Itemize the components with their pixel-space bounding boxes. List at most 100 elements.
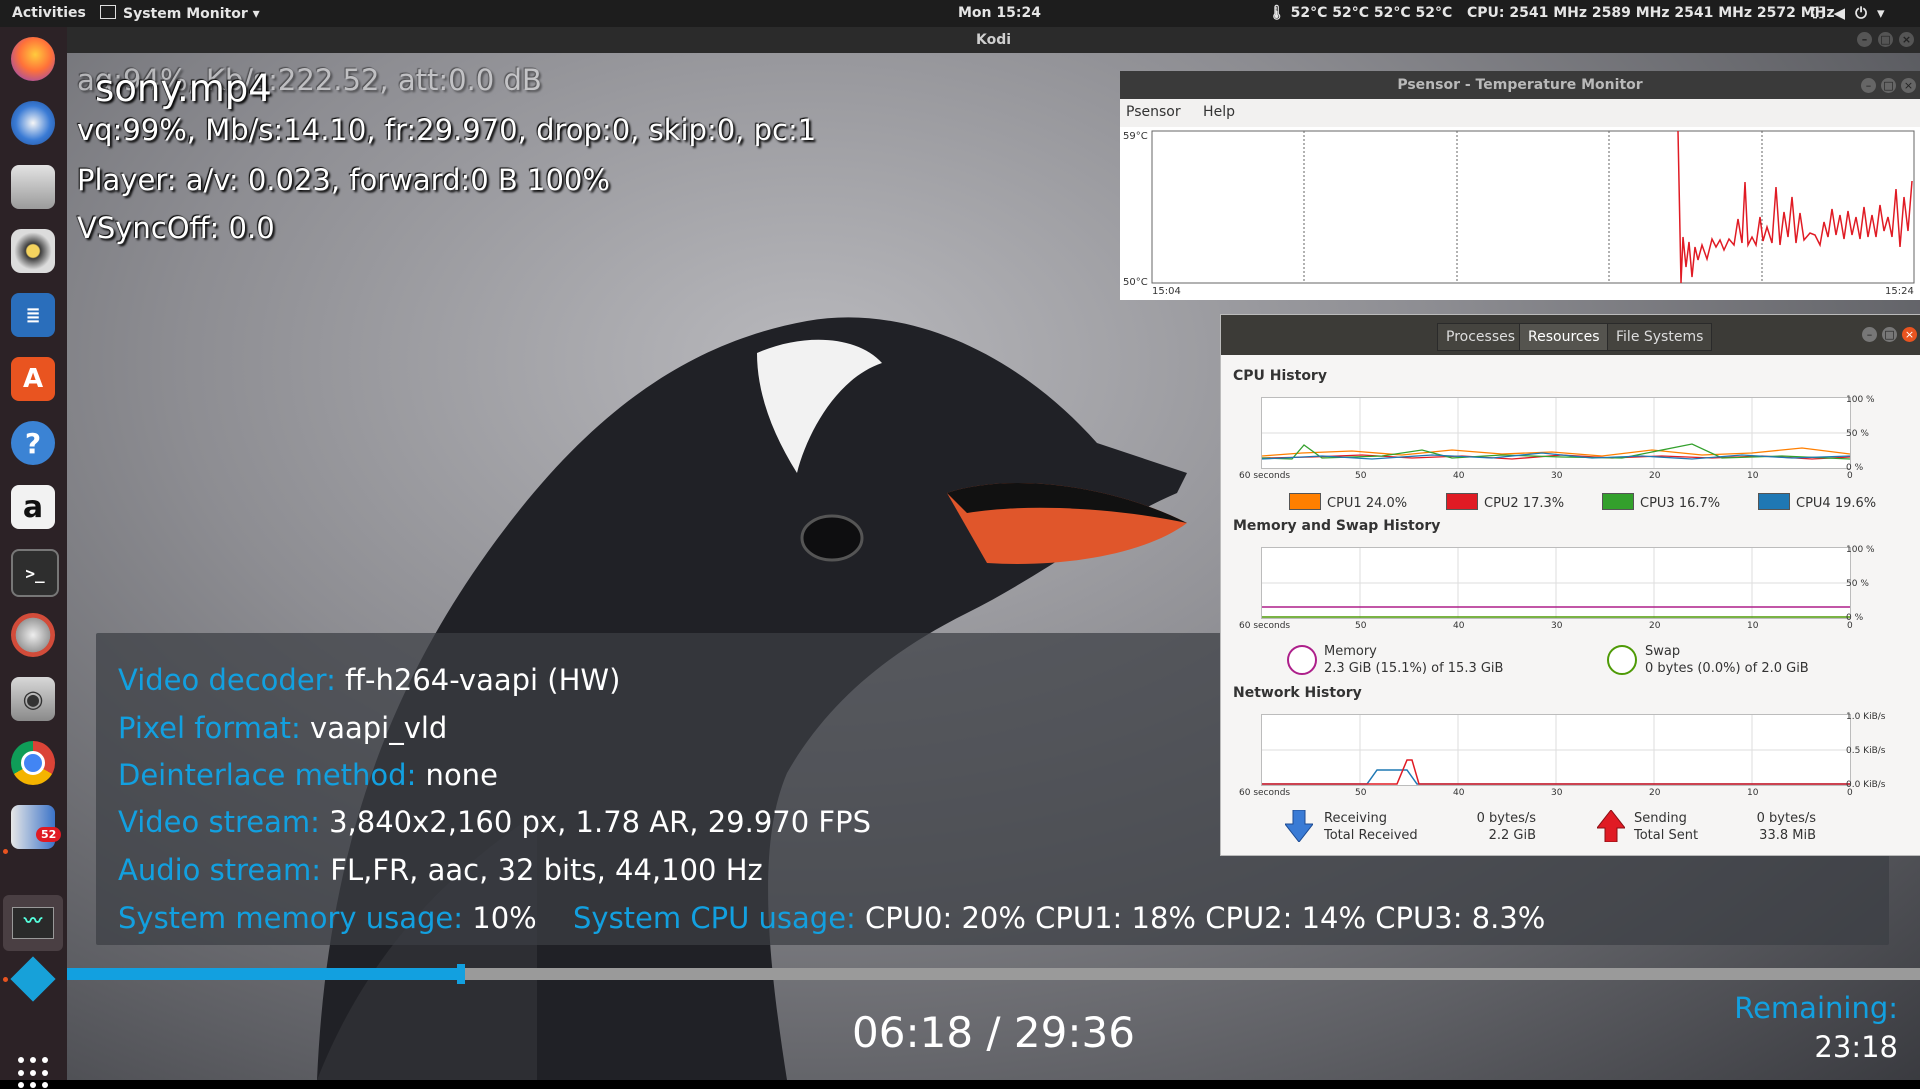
- rhythmbox-icon[interactable]: [11, 229, 55, 273]
- close-button[interactable]: ×: [1901, 78, 1916, 93]
- running-indicator: [3, 849, 8, 854]
- y-axis-min: 50°C: [1123, 277, 1148, 288]
- y-tick: 1.0 KiB/s: [1846, 712, 1886, 722]
- x-tick: 30: [1551, 471, 1563, 481]
- y-tick: 50 %: [1846, 429, 1869, 439]
- menu-help[interactable]: Help: [1203, 104, 1235, 120]
- maximize-button[interactable]: □: [1882, 327, 1897, 342]
- psensor-window: Psensor - Temperature Monitor – □ × Psen…: [1120, 71, 1920, 300]
- memory-history-svg: [1262, 548, 1850, 618]
- seek-handle[interactable]: [457, 964, 466, 984]
- network-history-svg: [1262, 715, 1850, 785]
- y-axis-max: 59°C: [1123, 131, 1148, 142]
- kodi-icon[interactable]: [10, 956, 56, 1002]
- sending-arrow-icon[interactable]: [1597, 810, 1625, 842]
- tab-processes[interactable]: Processes: [1437, 323, 1525, 351]
- activities-button[interactable]: Activities: [12, 5, 86, 21]
- maximize-button[interactable]: □: [1881, 78, 1896, 93]
- swap-pie-icon[interactable]: [1607, 645, 1637, 675]
- receiving-arrow-icon[interactable]: [1285, 810, 1313, 842]
- remaining-time: 23:18: [1814, 1030, 1898, 1064]
- minimize-button[interactable]: –: [1861, 78, 1876, 93]
- psensor-menubar: Psensor Help: [1126, 104, 1235, 120]
- dock: ≣ A ? a >_ ◉ 52 〰: [0, 27, 67, 1089]
- legend-label: CPU3 16.7%: [1640, 496, 1721, 511]
- tab-file-systems[interactable]: File Systems: [1607, 323, 1713, 351]
- x-tick: 60 seconds: [1239, 471, 1291, 481]
- system-monitor-icon[interactable]: 〰: [3, 895, 63, 951]
- remaining-label: Remaining:: [1734, 991, 1898, 1025]
- temperature-indicator[interactable]: 🌡 52°C 52°C 52°C 52°C: [1268, 5, 1452, 21]
- x-axis-start: 15:04: [1152, 286, 1181, 297]
- help-icon[interactable]: ?: [11, 421, 55, 465]
- amazon-icon[interactable]: a: [11, 485, 55, 529]
- memory-value: 2.3 GiB (15.1%) of 15.3 GiB: [1324, 661, 1504, 676]
- maximize-button[interactable]: □: [1878, 32, 1893, 47]
- color-swatch[interactable]: [1289, 493, 1321, 510]
- cpu1-legend[interactable]: CPU1 24.0%: [1289, 493, 1407, 511]
- swap-value: 0 bytes (0.0%) of 2.0 GiB: [1645, 661, 1809, 676]
- y-tick: 50 %: [1846, 579, 1869, 589]
- show-applications-icon[interactable]: [18, 1057, 50, 1089]
- x-tick: 40: [1453, 621, 1465, 631]
- x-tick: 50: [1355, 471, 1367, 481]
- volume-icon: ◀: [1833, 4, 1856, 22]
- cpu-frequency-indicator[interactable]: CPU: 2541 MHz 2589 MHz 2541 MHz 2572 MHz: [1467, 5, 1835, 21]
- writer-icon[interactable]: ≣: [11, 293, 55, 337]
- files-icon[interactable]: [11, 165, 55, 209]
- chrome-icon[interactable]: [11, 741, 55, 785]
- info-value: none: [416, 758, 498, 792]
- settings-icon[interactable]: [11, 613, 55, 657]
- kodi-titlebar[interactable]: Kodi – □ ×: [67, 27, 1920, 53]
- close-button[interactable]: ×: [1902, 327, 1917, 342]
- info-label: Video decoder:: [118, 663, 336, 697]
- clock[interactable]: Mon 15:24: [958, 5, 1041, 21]
- cpu3-legend[interactable]: CPU3 16.7%: [1602, 493, 1720, 511]
- firefox-icon[interactable]: [11, 37, 55, 81]
- close-button[interactable]: ×: [1899, 32, 1914, 47]
- info-value: ff-h264-vaapi (HW): [335, 663, 621, 697]
- info-value: FL,FR, aac, 32 bits, 44,100 Hz: [321, 853, 763, 887]
- pixel-format-row: Pixel format: vaapi_vld: [118, 711, 447, 745]
- software-center-icon[interactable]: A: [11, 357, 55, 401]
- color-swatch[interactable]: [1758, 493, 1790, 510]
- system-monitor-window: Processes Resources File Systems – □ × C…: [1220, 314, 1920, 856]
- cpu2-legend[interactable]: CPU2 17.3%: [1446, 493, 1564, 511]
- memory-pie-icon[interactable]: [1287, 645, 1317, 675]
- cpu-history-graph: [1261, 397, 1851, 469]
- minimize-button[interactable]: –: [1857, 32, 1872, 47]
- color-swatch[interactable]: [1602, 493, 1634, 510]
- menu-psensor[interactable]: Psensor: [1126, 104, 1181, 120]
- cpu4-legend[interactable]: CPU4 19.6%: [1758, 493, 1876, 511]
- video-decoder-row: Video decoder: ff-h264-vaapi (HW): [118, 663, 620, 697]
- x-tick: 30: [1551, 621, 1563, 631]
- osd-filename: sony.mp4: [95, 67, 272, 110]
- temperature-graph: 59°C 50°C 15:04 15:24: [1120, 127, 1920, 300]
- video-stream-row: Video stream: 3,840x2,160 px, 1.78 AR, 2…: [118, 805, 871, 839]
- x-tick: 10: [1747, 471, 1759, 481]
- network-history-graph: [1261, 714, 1851, 786]
- system-status-menu[interactable]: ⛶◀⏻▾: [1813, 4, 1894, 22]
- seek-bar[interactable]: [67, 964, 1920, 984]
- swap-stat: Swap 0 bytes (0.0%) of 2.0 GiB: [1645, 643, 1809, 677]
- color-swatch[interactable]: [1446, 493, 1478, 510]
- cpu-history-title: CPU History: [1233, 368, 1327, 384]
- app-menu[interactable]: System Monitor ▾: [100, 5, 260, 22]
- power-icon: ⏻: [1855, 4, 1877, 22]
- audio-stream-row: Audio stream: FL,FR, aac, 32 bits, 44,10…: [118, 853, 763, 887]
- x-tick: 40: [1453, 788, 1465, 798]
- memory-stat: Memory 2.3 GiB (15.1%) of 15.3 GiB: [1324, 643, 1503, 677]
- y-tick: 100 %: [1846, 545, 1875, 555]
- screenshot-icon[interactable]: ◉: [11, 677, 55, 721]
- terminal-icon[interactable]: >_: [11, 549, 59, 597]
- tab-resources[interactable]: Resources: [1519, 323, 1609, 351]
- running-indicator: [3, 977, 8, 982]
- total-sent-value: 33.8 MiB: [1759, 828, 1816, 843]
- psensor-titlebar[interactable]: Psensor - Temperature Monitor: [1120, 71, 1920, 99]
- info-label: Video stream:: [118, 805, 320, 839]
- system-monitor-headerbar[interactable]: Processes Resources File Systems – □ ×: [1221, 315, 1920, 355]
- info-value: vaapi_vld: [300, 711, 448, 745]
- legend-label: CPU1 24.0%: [1327, 496, 1408, 511]
- thunderbird-icon[interactable]: [11, 101, 55, 145]
- minimize-button[interactable]: –: [1862, 327, 1877, 342]
